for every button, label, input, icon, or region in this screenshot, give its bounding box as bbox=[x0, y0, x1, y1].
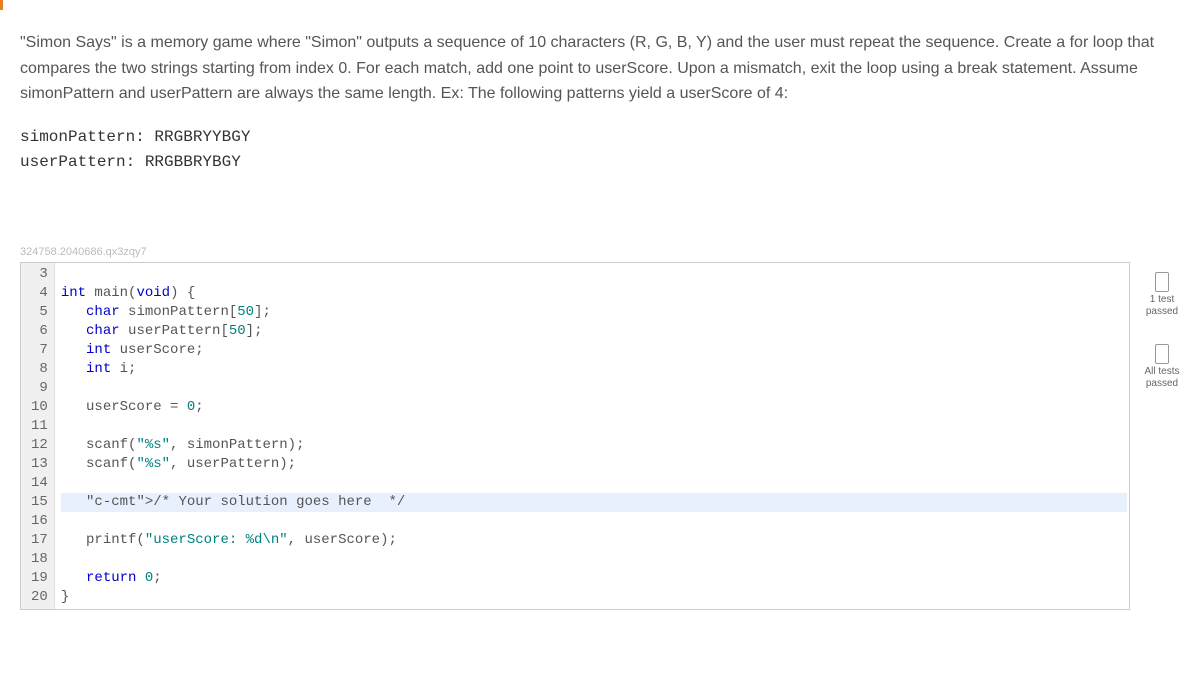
line-number: 6 bbox=[31, 322, 48, 341]
line-number: 3 bbox=[31, 265, 48, 284]
code-line[interactable] bbox=[61, 512, 1129, 531]
line-number: 11 bbox=[31, 417, 48, 436]
line-number: 19 bbox=[31, 569, 48, 588]
code-editor[interactable]: 34567891011121314151617181920 int main(v… bbox=[20, 262, 1130, 610]
line-number: 10 bbox=[31, 398, 48, 417]
line-number: 18 bbox=[31, 550, 48, 569]
line-number: 20 bbox=[31, 588, 48, 607]
line-number: 14 bbox=[31, 474, 48, 493]
code-line[interactable] bbox=[61, 474, 1129, 493]
question-id: 324758.2040686.qx3zqy7 bbox=[20, 246, 1180, 258]
code-line[interactable] bbox=[61, 550, 1129, 569]
checkbox-icon bbox=[1155, 272, 1169, 292]
code-line[interactable]: int main(void) { bbox=[61, 284, 1129, 303]
code-scroll[interactable]: 34567891011121314151617181920 int main(v… bbox=[21, 263, 1129, 609]
code-line[interactable]: userScore = 0; bbox=[61, 398, 1129, 417]
accent-indicator bbox=[0, 0, 3, 10]
code-line[interactable]: scanf("%s", userPattern); bbox=[61, 455, 1129, 474]
all-tests-label-2: passed bbox=[1144, 378, 1179, 390]
line-number: 8 bbox=[31, 360, 48, 379]
one-test-label-2: passed bbox=[1146, 306, 1178, 318]
line-number: 4 bbox=[31, 284, 48, 303]
user-pattern-line: userPattern: RRGBBRYBGY bbox=[20, 150, 1180, 176]
line-number: 7 bbox=[31, 341, 48, 360]
one-test-badge: 1 test passed bbox=[1144, 272, 1180, 318]
line-number: 16 bbox=[31, 512, 48, 531]
code-line[interactable]: scanf("%s", simonPattern); bbox=[61, 436, 1129, 455]
code-line[interactable]: char userPattern[50]; bbox=[61, 322, 1129, 341]
line-number: 17 bbox=[31, 531, 48, 550]
one-test-label-1: 1 test bbox=[1146, 294, 1178, 306]
all-tests-label-1: All tests bbox=[1144, 366, 1179, 378]
code-line[interactable] bbox=[61, 265, 1129, 284]
line-number: 12 bbox=[31, 436, 48, 455]
example-patterns: simonPattern: RRGBRYYBGY userPattern: RR… bbox=[20, 125, 1180, 176]
code-line[interactable]: int i; bbox=[61, 360, 1129, 379]
simon-pattern-line: simonPattern: RRGBRYYBGY bbox=[20, 125, 1180, 151]
code-line[interactable] bbox=[61, 417, 1129, 436]
code-line[interactable]: "c-cmt">/* Your solution goes here */ bbox=[61, 493, 1127, 512]
code-line[interactable]: printf("userScore: %d\n", userScore); bbox=[61, 531, 1129, 550]
code-line[interactable]: int userScore; bbox=[61, 341, 1129, 360]
exercise-container: "Simon Says" is a memory game where "Sim… bbox=[0, 0, 1200, 610]
all-tests-badge: All tests passed bbox=[1144, 344, 1180, 390]
line-number: 9 bbox=[31, 379, 48, 398]
code-line[interactable]: } bbox=[61, 588, 1129, 607]
line-number: 15 bbox=[31, 493, 48, 512]
code-line[interactable]: char simonPattern[50]; bbox=[61, 303, 1129, 322]
test-status-panel: 1 test passed All tests passed bbox=[1144, 262, 1180, 390]
code-line[interactable]: return 0; bbox=[61, 569, 1129, 588]
problem-statement: "Simon Says" is a memory game where "Sim… bbox=[20, 30, 1180, 107]
line-number: 5 bbox=[31, 303, 48, 322]
checkbox-icon bbox=[1155, 344, 1169, 364]
code-line[interactable] bbox=[61, 379, 1129, 398]
code-content[interactable]: int main(void) { char simonPattern[50]; … bbox=[55, 263, 1129, 609]
line-number: 13 bbox=[31, 455, 48, 474]
line-number-gutter: 34567891011121314151617181920 bbox=[21, 263, 55, 609]
